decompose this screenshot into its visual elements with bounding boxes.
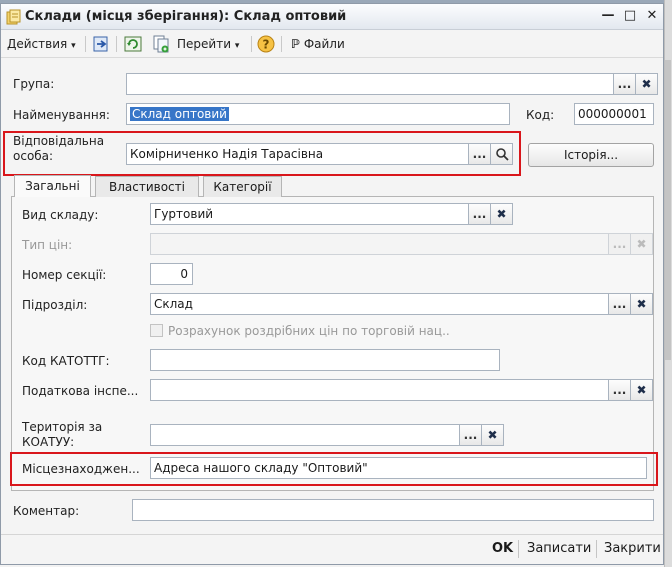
title-bar: Склади (місця зберігання): Склад оптовий…: [1, 4, 663, 30]
catalog-item-window: Склади (місця зберігання): Склад оптовий…: [0, 3, 664, 565]
files-button[interactable]: ℙ Файли: [291, 35, 345, 53]
territory-koatuu-field[interactable]: [150, 424, 460, 446]
actions-menu-button[interactable]: Действия ▾: [7, 35, 76, 53]
name-field[interactable]: Склад оптовий: [126, 103, 510, 125]
goto-menu-button[interactable]: Перейти ▾: [177, 35, 239, 53]
code-field[interactable]: 000000001: [574, 103, 654, 125]
tax-inspection-clear-button[interactable]: ✖: [631, 379, 653, 401]
warehouse-type-select-button[interactable]: ...: [469, 203, 491, 225]
territory-label-line2: КОАТУУ:: [22, 435, 75, 449]
refresh-icon[interactable]: [123, 34, 143, 54]
tax-inspection-label: Податкова інспе...: [22, 384, 139, 398]
division-clear-button[interactable]: ✖: [631, 293, 653, 315]
background-scrollbar-thumb: [665, 60, 671, 360]
footer-separator: [1, 534, 663, 535]
files-label: Файли: [303, 37, 345, 51]
group-label: Група:: [13, 77, 55, 91]
tax-inspection-select-button[interactable]: ...: [609, 379, 631, 401]
catalog-icon: [6, 9, 21, 25]
highlight-location: [10, 452, 658, 486]
warehouse-type-clear-button[interactable]: ✖: [491, 203, 513, 225]
toolbar-separator: [281, 36, 282, 52]
window-title: Склади (місця зберігання): Склад оптовий: [25, 9, 347, 24]
footer-separator: [596, 540, 597, 558]
save-button[interactable]: Записати: [527, 540, 591, 558]
name-label: Найменування:: [13, 108, 110, 122]
close-button[interactable]: Закрити: [604, 540, 661, 558]
name-value: Склад оптовий: [130, 107, 229, 121]
tab-categories[interactable]: Категорії: [203, 176, 282, 197]
territory-clear-button[interactable]: ✖: [482, 424, 504, 446]
tab-properties[interactable]: Властивості: [95, 176, 199, 197]
katottg-label: Код КАТОТТГ:: [22, 354, 110, 368]
retail-calc-checkbox: [150, 324, 163, 337]
toolbar-separator: [85, 36, 86, 52]
svg-text:?: ?: [263, 38, 270, 52]
division-field[interactable]: Склад: [150, 293, 609, 315]
goto-menu-label: Перейти: [177, 37, 231, 51]
copy-icon[interactable]: [151, 34, 171, 54]
warehouse-type-label: Вид складу:: [22, 208, 99, 222]
toolbar-separator: [116, 36, 117, 52]
territory-koatuu-label: Територія за КОАТУУ:: [22, 420, 102, 450]
section-number-label: Номер секції:: [22, 268, 107, 282]
group-select-button[interactable]: ...: [614, 73, 636, 95]
division-label: Підрозділ:: [22, 298, 88, 312]
actions-menu-label: Действия: [7, 37, 68, 51]
toolbar: Действия ▾ Перейти ▾ ? ℙ Файли: [1, 30, 663, 58]
division-select-button[interactable]: ...: [609, 293, 631, 315]
footer-separator: [518, 540, 519, 558]
comment-field[interactable]: [132, 499, 654, 521]
dropdown-arrow-icon: ▾: [234, 41, 240, 51]
minimize-button[interactable]: —: [599, 8, 617, 24]
section-number-field[interactable]: 0: [150, 263, 193, 285]
price-type-label: Тип цін:: [22, 238, 73, 252]
dropdown-arrow-icon: ▾: [71, 41, 76, 51]
help-icon[interactable]: ?: [256, 34, 276, 54]
ok-button[interactable]: OK: [492, 540, 513, 558]
toolbar-separator: [251, 36, 252, 52]
tab-general[interactable]: Загальні: [14, 175, 91, 197]
retail-calc-label: Розрахунок роздрібних цін по торговій на…: [168, 324, 450, 338]
close-window-button[interactable]: ✕: [643, 8, 661, 24]
move-to-group-icon[interactable]: [91, 34, 111, 54]
comment-label: Коментар:: [13, 504, 80, 518]
tax-inspection-field[interactable]: [150, 379, 609, 401]
katottg-field[interactable]: [150, 349, 500, 371]
territory-label-line1: Територія за: [22, 420, 103, 434]
price-type-select-button: ...: [609, 233, 631, 255]
price-type-field: [150, 233, 609, 255]
group-clear-button[interactable]: ✖: [636, 73, 658, 95]
price-type-clear-button: ✖: [631, 233, 653, 255]
paperclip-icon: ℙ: [291, 37, 300, 51]
code-label: Код:: [526, 108, 555, 122]
highlight-responsible-person: [3, 131, 521, 176]
territory-select-button[interactable]: ...: [460, 424, 482, 446]
history-button[interactable]: Історія...: [528, 143, 654, 167]
group-field[interactable]: [126, 73, 614, 95]
maximize-button[interactable]: □: [621, 8, 639, 24]
warehouse-type-field[interactable]: Гуртовий: [150, 203, 469, 225]
